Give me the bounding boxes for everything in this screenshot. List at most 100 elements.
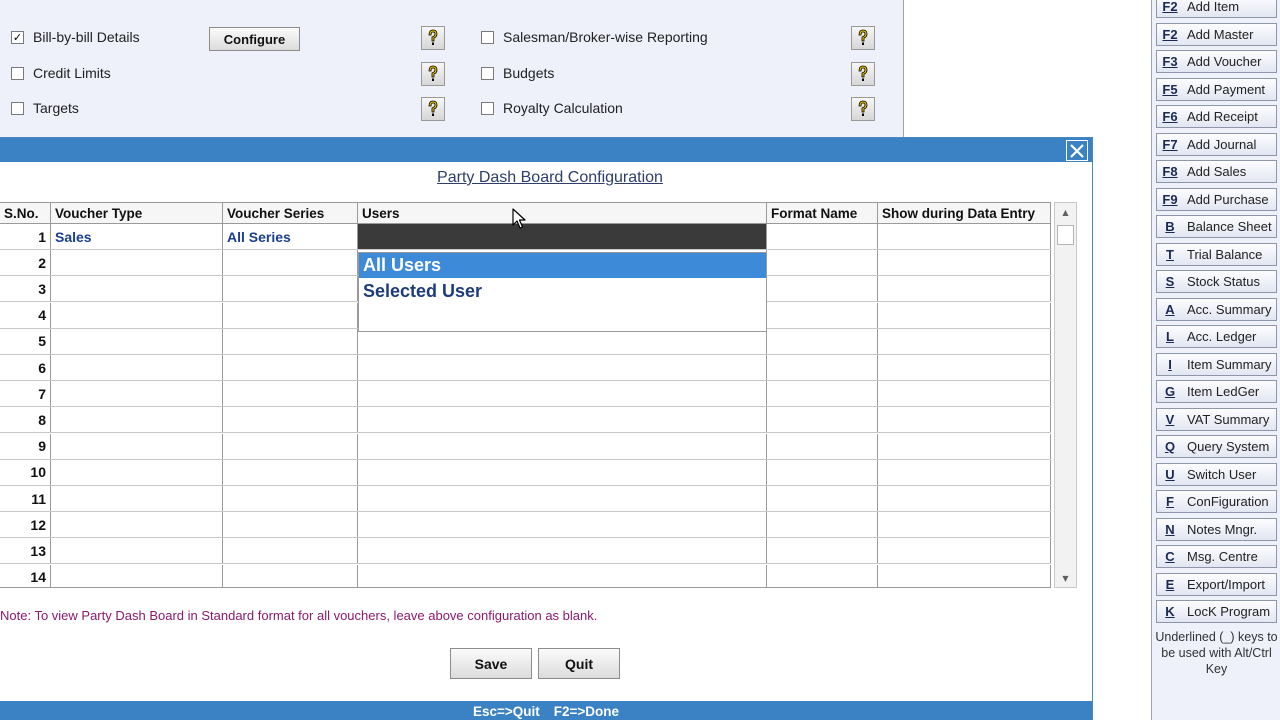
cell-show-during-entry[interactable] [878, 407, 1051, 433]
cell-users[interactable] [358, 355, 767, 380]
shortcut-button-add-purchase[interactable]: F9 Add Purchase [1156, 187, 1277, 211]
cell-show-during-entry[interactable] [878, 302, 1051, 328]
table-row[interactable]: 10 [0, 459, 1051, 486]
table-row[interactable]: 11 [0, 486, 1051, 512]
cell-voucher-type[interactable] [51, 564, 223, 587]
cell-voucher-series[interactable] [223, 276, 358, 302]
help-icon[interactable] [421, 97, 445, 121]
configure-button[interactable]: Configure [209, 27, 300, 51]
cell-show-during-entry[interactable] [878, 276, 1051, 302]
cell-users[interactable] [358, 407, 767, 433]
shortcut-button-add-item[interactable]: F2 Add Item [1156, 0, 1277, 18]
cell-voucher-series[interactable] [223, 328, 358, 354]
dropdown-option-all-users[interactable]: All Users [359, 253, 766, 278]
cell-users[interactable] [358, 328, 767, 354]
cell-show-during-entry[interactable] [878, 433, 1051, 459]
shortcut-button-acc-summary[interactable]: A Acc. Summary [1156, 297, 1277, 321]
shortcut-button-acc-ledger[interactable]: L Acc. Ledger [1156, 325, 1277, 348]
cell-users[interactable] [358, 512, 767, 538]
cell-voucher-series[interactable] [223, 355, 358, 380]
cell-format-name[interactable] [767, 381, 878, 407]
cell-voucher-type[interactable] [51, 407, 223, 433]
help-icon[interactable] [851, 62, 875, 86]
cell-show-during-entry[interactable] [878, 459, 1051, 485]
cell-voucher-type[interactable] [51, 276, 223, 302]
cell-voucher-series[interactable] [223, 381, 358, 407]
shortcut-button-notes-mngr[interactable]: N Notes Mngr. [1156, 517, 1277, 541]
cell-voucher-series[interactable] [223, 459, 358, 485]
table-scrollbar[interactable]: ▲ ▼ [1054, 202, 1077, 588]
quit-button[interactable]: Quit [538, 648, 620, 679]
cell-voucher-series[interactable] [223, 302, 358, 328]
shortcut-button-query-system[interactable]: Q Query System [1156, 435, 1277, 458]
cell-format-name[interactable] [767, 224, 878, 249]
cell-format-name[interactable] [767, 276, 878, 302]
shortcut-button-add-payment[interactable]: F5 Add Payment [1156, 77, 1277, 101]
table-row[interactable]: 6 [0, 355, 1051, 381]
cell-format-name[interactable] [767, 355, 878, 380]
salesman-broker-checkbox[interactable] [481, 30, 494, 44]
cell-format-name[interactable] [767, 512, 878, 538]
cell-format-name[interactable] [767, 486, 878, 511]
cell-voucher-type[interactable] [51, 433, 223, 459]
cell-voucher-series[interactable] [223, 486, 358, 511]
cell-voucher-series[interactable] [223, 538, 358, 564]
cell-voucher-type[interactable] [51, 302, 223, 328]
cell-voucher-type[interactable] [51, 250, 223, 276]
shortcut-button-msg-centre[interactable]: C Msg. Centre [1156, 545, 1277, 568]
cell-voucher-type[interactable] [51, 381, 223, 407]
cell-format-name[interactable] [767, 302, 878, 328]
cell-users[interactable] [358, 538, 767, 564]
cell-voucher-series[interactable]: All Series [223, 224, 358, 249]
cell-users[interactable] [358, 381, 767, 407]
cell-voucher-type[interactable] [51, 486, 223, 511]
royalty-checkbox[interactable] [481, 101, 494, 115]
cell-format-name[interactable] [767, 433, 878, 459]
cell-show-during-entry[interactable] [878, 486, 1051, 511]
table-row[interactable]: 13 [0, 538, 1051, 565]
cell-format-name[interactable] [767, 407, 878, 433]
option-targets[interactable]: Targets [11, 97, 79, 119]
help-icon[interactable] [421, 26, 445, 50]
cell-voucher-type[interactable] [51, 512, 223, 538]
bill-by-bill-checkbox[interactable]: ✓ [11, 30, 24, 44]
cell-voucher-series[interactable] [223, 407, 358, 433]
cell-show-during-entry[interactable] [878, 538, 1051, 564]
cell-show-during-entry[interactable] [878, 250, 1051, 276]
table-row[interactable]: 9 [0, 433, 1051, 460]
shortcut-button-item-ledger[interactable]: G Item LedGer [1156, 380, 1277, 403]
cell-voucher-series[interactable] [223, 250, 358, 276]
option-royalty[interactable]: Royalty Calculation [481, 97, 623, 119]
cell-users[interactable] [358, 224, 767, 249]
cell-format-name[interactable] [767, 459, 878, 485]
table-row[interactable]: 12 [0, 512, 1051, 539]
shortcut-button-balance-sheet[interactable]: B Balance Sheet [1156, 215, 1277, 238]
shortcut-button-export-import[interactable]: E Export/Import [1156, 572, 1277, 596]
option-salesman-broker[interactable]: Salesman/Broker-wise Reporting [481, 26, 708, 48]
help-icon[interactable] [421, 62, 445, 86]
scroll-up-icon[interactable]: ▲ [1055, 204, 1076, 220]
budgets-checkbox[interactable] [481, 66, 494, 80]
credit-limits-checkbox[interactable] [11, 66, 24, 80]
cell-users[interactable] [358, 433, 767, 459]
cell-format-name[interactable] [767, 538, 878, 564]
cell-show-during-entry[interactable] [878, 328, 1051, 354]
shortcut-button-add-sales[interactable]: F8 Add Sales [1156, 160, 1277, 183]
cell-voucher-type[interactable] [51, 538, 223, 564]
cell-voucher-type[interactable] [51, 328, 223, 354]
close-icon[interactable] [1066, 140, 1088, 161]
option-budgets[interactable]: Budgets [481, 62, 554, 84]
shortcut-button-item-summary[interactable]: I Item Summary [1156, 352, 1277, 376]
cell-show-during-entry[interactable] [878, 564, 1051, 587]
cell-format-name[interactable] [767, 328, 878, 354]
cell-voucher-series[interactable] [223, 512, 358, 538]
cell-voucher-type[interactable]: Sales [51, 224, 223, 249]
option-bill-by-bill[interactable]: ✓ Bill-by-bill Details [11, 26, 140, 48]
help-icon[interactable] [851, 26, 875, 50]
shortcut-button-add-journal[interactable]: F7 Add Journal [1156, 132, 1277, 156]
cell-users[interactable] [358, 564, 767, 587]
shortcut-button-stock-status[interactable]: S Stock Status [1156, 270, 1277, 293]
scrollbar-thumb[interactable] [1057, 225, 1074, 245]
cell-users[interactable] [358, 459, 767, 485]
cell-voucher-type[interactable] [51, 355, 223, 380]
